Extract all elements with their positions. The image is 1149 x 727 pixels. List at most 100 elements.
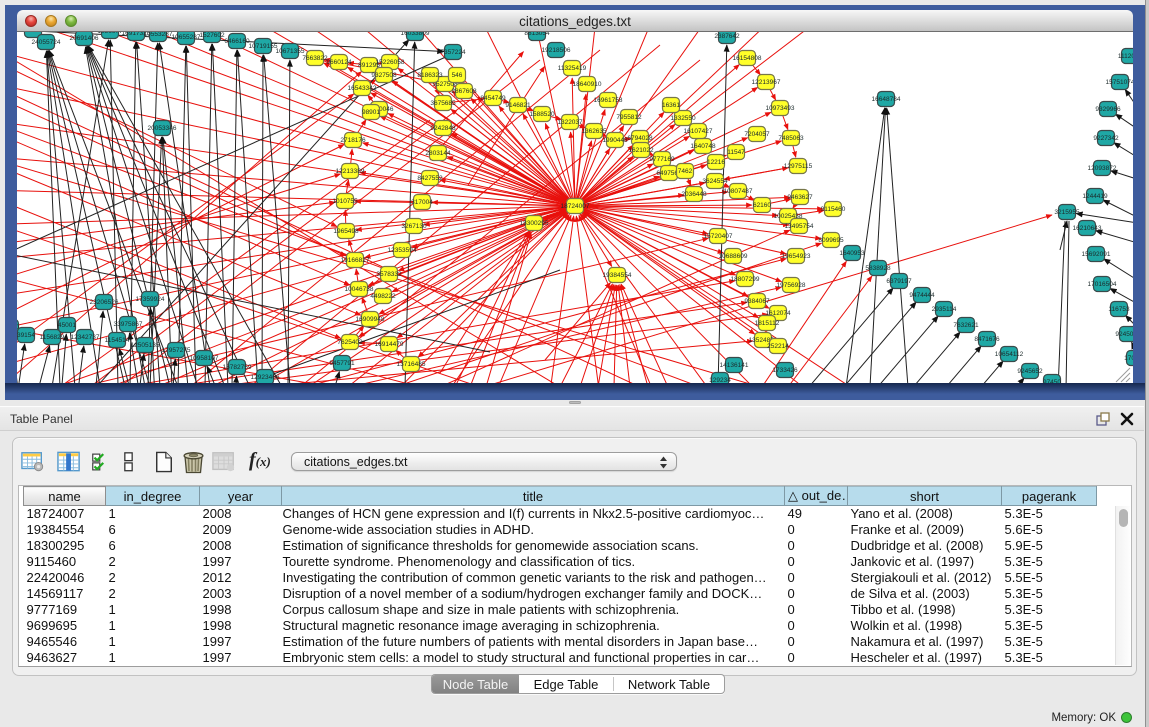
svg-text:24055724: 24055724 <box>32 39 61 46</box>
svg-text:252214: 252214 <box>767 343 789 350</box>
svg-text:7204057: 7204057 <box>744 131 770 138</box>
svg-text:18807299: 18807299 <box>731 276 760 283</box>
svg-text:10973493: 10973493 <box>766 105 795 112</box>
svg-text:2803144: 2803144 <box>425 150 451 157</box>
svg-text:18640910: 18640910 <box>573 81 602 88</box>
svg-text:1332550: 1332550 <box>670 115 696 122</box>
svg-text:9327508: 9327508 <box>371 72 397 79</box>
svg-text:15720407: 15720407 <box>704 233 733 240</box>
svg-text:3624554: 3624554 <box>702 178 728 185</box>
svg-text:9115460: 9115460 <box>821 206 846 213</box>
svg-text:3215955: 3215955 <box>1054 209 1080 216</box>
svg-text:10807487: 10807487 <box>724 188 753 195</box>
svg-text:169017: 169017 <box>22 32 44 34</box>
svg-text:2935114: 2935114 <box>932 306 957 313</box>
svg-text:8813054: 8813054 <box>524 32 550 37</box>
svg-text:9474444: 9474444 <box>909 292 935 299</box>
svg-text:62160: 62160 <box>753 202 771 209</box>
svg-text:12213967: 12213967 <box>752 79 781 86</box>
svg-text:9384067: 9384067 <box>744 298 770 305</box>
svg-text:18724007: 18724007 <box>561 203 590 210</box>
svg-text:1621022: 1621022 <box>628 147 654 154</box>
svg-text:1322037: 1322037 <box>557 119 583 126</box>
svg-text:8471676: 8471676 <box>974 336 1000 343</box>
svg-text:12216: 12216 <box>707 159 725 166</box>
svg-text:1010755: 1010755 <box>332 198 358 205</box>
svg-text:1856677: 1856677 <box>97 32 123 35</box>
svg-text:39154: 39154 <box>17 332 35 339</box>
svg-text:16782759: 16782759 <box>223 364 252 371</box>
svg-text:16210643: 16210643 <box>1073 225 1102 232</box>
svg-text:12213389: 12213389 <box>336 168 365 175</box>
svg-text:3578332: 3578332 <box>376 271 402 278</box>
svg-text:7462: 7462 <box>678 168 693 175</box>
svg-text:16033809: 16033809 <box>401 32 430 37</box>
svg-text:9777169: 9777169 <box>649 156 675 163</box>
svg-text:16914479: 16914479 <box>375 341 404 348</box>
svg-text:3267130: 3267130 <box>401 223 427 230</box>
svg-text:13716485: 13716485 <box>397 361 426 368</box>
svg-text:1965498: 1965498 <box>333 228 359 235</box>
svg-text:9463627: 9463627 <box>787 194 813 201</box>
svg-text:33975867: 33975867 <box>114 321 143 328</box>
svg-text:8454749: 8454749 <box>480 95 506 102</box>
svg-text:7632621: 7632621 <box>953 322 979 329</box>
svg-text:1527602: 1527602 <box>199 32 225 39</box>
svg-text:4498222: 4498222 <box>370 293 396 300</box>
svg-text:1156829: 1156829 <box>40 334 65 341</box>
svg-text:8186323: 8186323 <box>417 72 443 79</box>
svg-text:16361: 16361 <box>662 102 680 109</box>
svg-text:12093872: 12093872 <box>1088 165 1117 172</box>
svg-text:15692091: 15692091 <box>1082 251 1111 258</box>
svg-text:10671355: 10671355 <box>276 48 305 55</box>
svg-text:8427552: 8427552 <box>417 175 443 182</box>
svg-text:7625402: 7625402 <box>337 339 363 346</box>
svg-text:1990448: 1990448 <box>602 137 628 144</box>
svg-text:1154514: 1154514 <box>105 337 130 344</box>
svg-text:12923466: 12923466 <box>251 374 280 381</box>
svg-text:1362635: 1362635 <box>581 128 607 135</box>
svg-text:97450: 97450 <box>1043 379 1061 383</box>
svg-text:23206526: 23206526 <box>90 299 119 306</box>
svg-text:10719155: 10719155 <box>249 43 278 50</box>
svg-text:19384554: 19384554 <box>603 272 632 279</box>
svg-text:12353594: 12353594 <box>388 247 417 254</box>
svg-text:12975115: 12975115 <box>784 163 813 170</box>
svg-text:5838928: 5838928 <box>865 265 891 272</box>
svg-text:10958107: 10958107 <box>190 355 219 362</box>
svg-text:1815112: 1815112 <box>755 320 780 327</box>
svg-text:8099695: 8099695 <box>818 237 844 244</box>
svg-text:12342737: 12342737 <box>71 334 100 341</box>
svg-text:6466160: 6466160 <box>224 38 250 45</box>
svg-text:6379197: 6379197 <box>886 278 912 285</box>
svg-text:2718176: 2718176 <box>340 137 366 144</box>
svg-text:2387642: 2387642 <box>714 33 740 40</box>
svg-text:19756928: 19756928 <box>777 282 806 289</box>
svg-text:129234: 129234 <box>709 377 731 383</box>
svg-text:13495754: 13495754 <box>785 223 814 230</box>
svg-text:1733426: 1733426 <box>772 367 798 374</box>
svg-text:12505135: 12505135 <box>131 342 160 349</box>
svg-text:7357224: 7357224 <box>440 49 466 56</box>
svg-text:17016504: 17016504 <box>1088 281 1117 288</box>
svg-text:10046738: 10046738 <box>345 286 374 293</box>
svg-text:15226058: 15226058 <box>376 59 405 66</box>
svg-text:9245652: 9245652 <box>1017 368 1043 375</box>
svg-text:18300295: 18300295 <box>520 220 549 227</box>
svg-text:14136141: 14136141 <box>720 362 749 369</box>
svg-text:16107427: 16107427 <box>684 128 713 135</box>
svg-text:16154808: 16154808 <box>733 55 762 62</box>
svg-text:1640748: 1640748 <box>690 143 716 150</box>
svg-text:9457791: 9457791 <box>329 360 355 367</box>
svg-text:9227342: 9227342 <box>1093 135 1119 142</box>
svg-text:546: 546 <box>452 72 463 79</box>
svg-text:10654112: 10654112 <box>995 351 1024 358</box>
svg-text:1640953: 1640953 <box>839 250 865 257</box>
svg-text:19166827: 19166827 <box>341 257 370 264</box>
svg-text:17359924: 17359924 <box>136 296 165 303</box>
svg-text:1244419: 1244419 <box>1082 193 1108 200</box>
svg-text:116753: 116753 <box>1108 306 1130 313</box>
svg-text:19218506: 19218506 <box>542 47 571 54</box>
svg-text:16961758: 16961758 <box>594 97 623 104</box>
svg-text:9245012: 9245012 <box>1115 331 1133 338</box>
